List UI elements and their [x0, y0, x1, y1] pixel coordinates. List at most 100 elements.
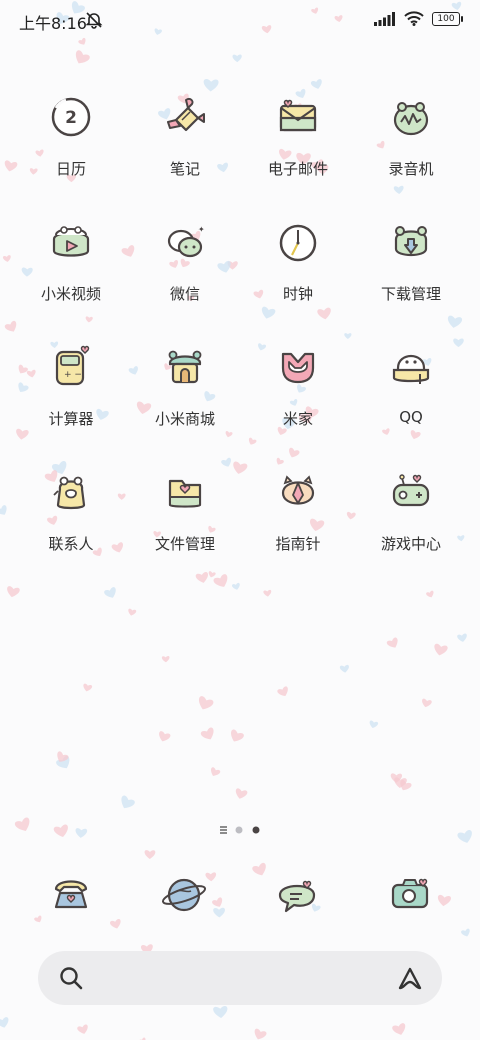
background-heart	[0, 505, 7, 515]
battery-icon: 100	[432, 11, 463, 26]
background-heart	[461, 928, 470, 937]
background-heart	[426, 590, 434, 598]
background-heart	[161, 655, 170, 663]
page-indicator[interactable]	[218, 823, 262, 837]
app-clock[interactable]: 时钟	[243, 209, 353, 319]
background-heart	[386, 637, 398, 648]
video-play-icon	[52, 226, 90, 257]
app-label: 文件管理	[154, 535, 215, 553]
background-heart	[231, 729, 244, 742]
background-heart	[289, 447, 300, 458]
status-time: 上午8:16	[19, 14, 87, 33]
app-download-manager[interactable]: 下载管理	[356, 209, 466, 319]
app-notes[interactable]: 笔记	[130, 84, 240, 194]
app-label: 下载管理	[380, 285, 441, 303]
background-heart	[75, 828, 88, 838]
background-heart	[211, 767, 221, 776]
app-label: 日历	[55, 160, 86, 178]
background-heart	[121, 795, 135, 809]
app-mi-video[interactable]: 小米视频	[16, 209, 126, 319]
app-game-center[interactable]: 游戏中心	[356, 459, 466, 569]
camera-icon[interactable]	[385, 869, 435, 919]
phone-icon[interactable]	[46, 869, 96, 919]
compass-icon	[281, 475, 315, 505]
app-label: 电子邮件	[267, 160, 328, 178]
app-file-manager[interactable]: 文件管理	[130, 459, 240, 569]
game-controller-icon	[392, 474, 430, 507]
background-heart	[144, 850, 156, 859]
background-heart	[434, 643, 448, 656]
app-label: 计算器	[48, 410, 94, 428]
app-label: 笔记	[169, 160, 200, 178]
signal-icon	[374, 11, 395, 26]
app-label: 小米视频	[40, 285, 101, 303]
mijia-icon	[281, 352, 315, 384]
wifi-icon	[404, 11, 424, 26]
notes-candy-icon	[167, 97, 205, 132]
app-wechat[interactable]: ✦ 微信	[130, 209, 240, 319]
app-compass[interactable]: 指南针	[243, 459, 353, 569]
background-heart	[199, 696, 214, 710]
background-heart	[369, 720, 379, 729]
background-heart	[263, 589, 272, 597]
background-heart	[53, 824, 68, 838]
background-heart	[422, 698, 432, 708]
app-contacts[interactable]: 联系人	[16, 459, 126, 569]
background-heart	[104, 587, 116, 598]
background-heart	[339, 664, 349, 673]
assistant-icon[interactable]	[396, 964, 424, 992]
background-heart	[14, 817, 30, 831]
app-label: QQ	[399, 408, 423, 426]
background-heart	[2, 255, 11, 262]
app-label: 时钟	[282, 285, 313, 303]
app-mijia[interactable]: 米家	[243, 334, 353, 444]
messages-bubble-icon[interactable]	[272, 869, 322, 919]
dock	[0, 865, 480, 925]
background-heart	[128, 608, 137, 616]
download-icon	[394, 226, 428, 257]
battery-level: 100	[437, 13, 455, 24]
app-email[interactable]: 电子邮件	[243, 84, 353, 194]
background-heart	[195, 572, 209, 583]
background-heart	[200, 727, 214, 740]
app-label: 米家	[282, 410, 313, 428]
app-label: 指南针	[275, 535, 321, 553]
calendar-badge-text: 2	[65, 108, 77, 128]
calculator-icon: + −	[55, 345, 90, 386]
background-heart	[277, 686, 288, 697]
svg-text:✦: ✦	[198, 225, 205, 234]
background-heart	[235, 788, 248, 799]
app-recorder[interactable]: 录音机	[356, 84, 466, 194]
svg-text:+ −: + −	[64, 370, 82, 380]
search-bar[interactable]	[38, 951, 442, 1005]
background-heart	[75, 50, 90, 64]
app-calendar[interactable]: 2 日历	[16, 84, 126, 194]
background-heart	[77, 1024, 88, 1034]
page-dot	[235, 826, 243, 834]
app-label: 小米商城	[154, 410, 215, 428]
app-qq[interactable]: QQ	[356, 334, 466, 444]
search-icon[interactable]	[58, 965, 84, 991]
dnd-bell-off-icon	[85, 12, 103, 29]
file-manager-icon	[168, 479, 202, 508]
store-house-icon	[168, 350, 202, 384]
background-heart	[457, 830, 472, 843]
browser-planet-icon[interactable]	[159, 869, 209, 919]
background-heart	[392, 1023, 406, 1035]
calendar-icon: 2	[51, 97, 91, 137]
app-calculator[interactable]: + − 计算器	[16, 334, 126, 444]
background-heart	[208, 571, 216, 578]
email-envelope-icon	[279, 99, 317, 132]
clock-icon	[279, 224, 317, 262]
background-heart	[457, 633, 467, 642]
page-dot-active	[252, 826, 260, 834]
app-label: 联系人	[48, 535, 94, 553]
app-label: 微信	[169, 285, 200, 303]
contacts-frog-icon	[53, 476, 86, 510]
background-heart	[254, 1028, 267, 1040]
background-heart	[213, 574, 228, 587]
background-heart	[213, 1006, 228, 1019]
app-mi-store[interactable]: 小米商城	[130, 334, 240, 444]
page-indicator-home-lines	[220, 826, 227, 834]
background-heart	[232, 582, 240, 590]
